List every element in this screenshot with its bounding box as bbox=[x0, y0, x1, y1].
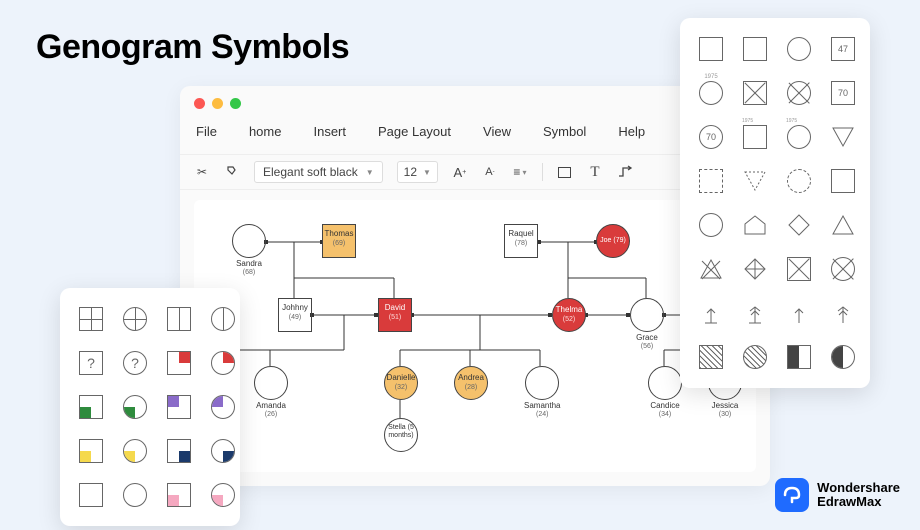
font-select[interactable]: Elegant soft black▼ bbox=[254, 161, 383, 183]
node-sandra[interactable]: Sandra(68) bbox=[232, 224, 266, 276]
sym-square-question[interactable]: ? bbox=[74, 346, 108, 380]
sym-circle-yellow-bl[interactable] bbox=[118, 434, 152, 468]
divider bbox=[542, 163, 543, 181]
sym-circle-split-vert[interactable] bbox=[206, 302, 240, 336]
sym-r-age70[interactable]: 70 bbox=[826, 76, 860, 110]
connector-lines bbox=[194, 200, 756, 472]
sym-r-ci-years[interactable]: 1975 bbox=[782, 120, 816, 154]
sym-circle-green-bl[interactable] bbox=[118, 390, 152, 424]
sym-r-sq-halfdark[interactable] bbox=[782, 340, 816, 374]
sym-r-plant3[interactable] bbox=[782, 296, 816, 330]
format-painter-icon[interactable] bbox=[224, 164, 240, 180]
node-samantha[interactable]: Samantha(24) bbox=[524, 366, 560, 418]
sym-circle-crosshair[interactable] bbox=[118, 302, 152, 336]
node-raquel[interactable]: Raquel(78) bbox=[504, 224, 538, 260]
sym-square-yellow-bl[interactable] bbox=[74, 434, 108, 468]
sym-square-split-vert[interactable] bbox=[162, 302, 196, 336]
sym-r-ci-hatch[interactable] bbox=[738, 340, 772, 374]
window-controls bbox=[194, 98, 241, 109]
sym-circle-question[interactable]: ? bbox=[118, 346, 152, 380]
node-stella[interactable]: Stella (5 months) bbox=[384, 418, 418, 454]
sym-r-plant2[interactable] bbox=[738, 296, 772, 330]
sym-circle-purple-tl[interactable] bbox=[206, 390, 240, 424]
align-icon[interactable]: ≡▾ bbox=[512, 164, 528, 180]
decrease-font-icon[interactable]: A- bbox=[482, 164, 498, 180]
node-grace[interactable]: Grace(56) bbox=[630, 298, 664, 350]
sym-r-circ70[interactable]: 70 bbox=[694, 120, 728, 154]
increase-font-icon[interactable]: A+ bbox=[452, 164, 468, 180]
menu-home[interactable]: home bbox=[249, 124, 282, 139]
node-thomas[interactable]: Thomas(69) bbox=[322, 224, 356, 260]
sym-r-sq-dash[interactable] bbox=[694, 164, 728, 198]
sym-r-ci-x2[interactable] bbox=[826, 252, 860, 286]
rect-tool-icon[interactable] bbox=[557, 164, 573, 180]
sym-r-age47[interactable]: 47 bbox=[826, 32, 860, 66]
sym-r-square2[interactable] bbox=[738, 32, 772, 66]
node-andrea[interactable]: Andrea(28) bbox=[454, 366, 488, 402]
menu-file[interactable]: File bbox=[196, 124, 217, 139]
brand-icon bbox=[775, 478, 809, 512]
text-tool-icon[interactable]: T bbox=[587, 164, 603, 180]
page-title: Genogram Symbols bbox=[36, 28, 349, 67]
node-david[interactable]: David(51) bbox=[378, 298, 412, 334]
sym-square-green-bl[interactable] bbox=[74, 390, 108, 424]
sym-r-circle-x[interactable] bbox=[782, 76, 816, 110]
symbol-palette-left: ? ? bbox=[60, 288, 240, 526]
sym-r-ci-halfdark[interactable] bbox=[826, 340, 860, 374]
sym-r-triangle[interactable] bbox=[826, 208, 860, 242]
sym-r-diam-x[interactable] bbox=[738, 252, 772, 286]
menu-page-layout[interactable]: Page Layout bbox=[378, 124, 451, 139]
sym-circle-pink-bl[interactable] bbox=[206, 478, 240, 512]
sym-r-ci2[interactable] bbox=[694, 208, 728, 242]
sym-r-plant4[interactable] bbox=[826, 296, 860, 330]
maximize-dot[interactable] bbox=[230, 98, 241, 109]
minimize-dot[interactable] bbox=[212, 98, 223, 109]
sym-r-tri-x[interactable] bbox=[694, 252, 728, 286]
sym-square-crosshair[interactable] bbox=[74, 302, 108, 336]
node-johhny[interactable]: Johhny(49) bbox=[278, 298, 312, 334]
sym-r-sq-years[interactable]: 1975 bbox=[738, 120, 772, 154]
sym-r-sq-solid[interactable] bbox=[826, 164, 860, 198]
sym-r-tri-down[interactable] bbox=[826, 120, 860, 154]
menu-view[interactable]: View bbox=[483, 124, 511, 139]
sym-r-ci-dash[interactable] bbox=[782, 164, 816, 198]
node-danielle[interactable]: Danielle(32) bbox=[384, 366, 418, 402]
cut-icon[interactable]: ✂ bbox=[194, 164, 210, 180]
sym-circle-red-tr[interactable] bbox=[206, 346, 240, 380]
sym-square-navy-br[interactable] bbox=[162, 434, 196, 468]
sym-r-diamond[interactable] bbox=[782, 208, 816, 242]
sym-r-circle[interactable] bbox=[782, 32, 816, 66]
symbol-palette-right: 47 1975 70 70 1975 1975 bbox=[680, 18, 870, 388]
menu-help[interactable]: Help bbox=[618, 124, 645, 139]
node-amanda[interactable]: Amanda(26) bbox=[254, 366, 288, 418]
sym-circle-outline[interactable] bbox=[118, 478, 152, 512]
sym-circle-navy-br[interactable] bbox=[206, 434, 240, 468]
menu-insert[interactable]: Insert bbox=[313, 124, 346, 139]
sym-r-square-x[interactable] bbox=[738, 76, 772, 110]
close-dot[interactable] bbox=[194, 98, 205, 109]
size-select[interactable]: 12▼ bbox=[397, 161, 438, 183]
sym-r-plant1[interactable] bbox=[694, 296, 728, 330]
sym-r-sq-x2[interactable] bbox=[782, 252, 816, 286]
sym-r-square[interactable] bbox=[694, 32, 728, 66]
sym-r-sq-hatch[interactable] bbox=[694, 340, 728, 374]
sym-r-pentagon[interactable] bbox=[738, 208, 772, 242]
canvas[interactable]: Sandra(68) Thomas(69) Raquel(78) Joe (79… bbox=[194, 200, 756, 472]
sym-r-circle-age[interactable]: 1975 bbox=[694, 76, 728, 110]
sym-r-tri-dash[interactable] bbox=[738, 164, 772, 198]
sym-square-pink-bl[interactable] bbox=[162, 478, 196, 512]
node-joe[interactable]: Joe (79) bbox=[596, 224, 630, 260]
connector-tool-icon[interactable] bbox=[617, 164, 633, 180]
sym-square-purple-tl[interactable] bbox=[162, 390, 196, 424]
menu-symbol[interactable]: Symbol bbox=[543, 124, 586, 139]
brand: WondershareEdrawMax bbox=[775, 478, 900, 512]
brand-text: WondershareEdrawMax bbox=[817, 481, 900, 510]
sym-square-red-tr[interactable] bbox=[162, 346, 196, 380]
node-thelma[interactable]: Thelma(52) bbox=[552, 298, 586, 334]
node-candice[interactable]: Candice(34) bbox=[648, 366, 682, 418]
menubar: File home Insert Page Layout View Symbol… bbox=[196, 124, 645, 139]
sym-square-outline[interactable] bbox=[74, 478, 108, 512]
